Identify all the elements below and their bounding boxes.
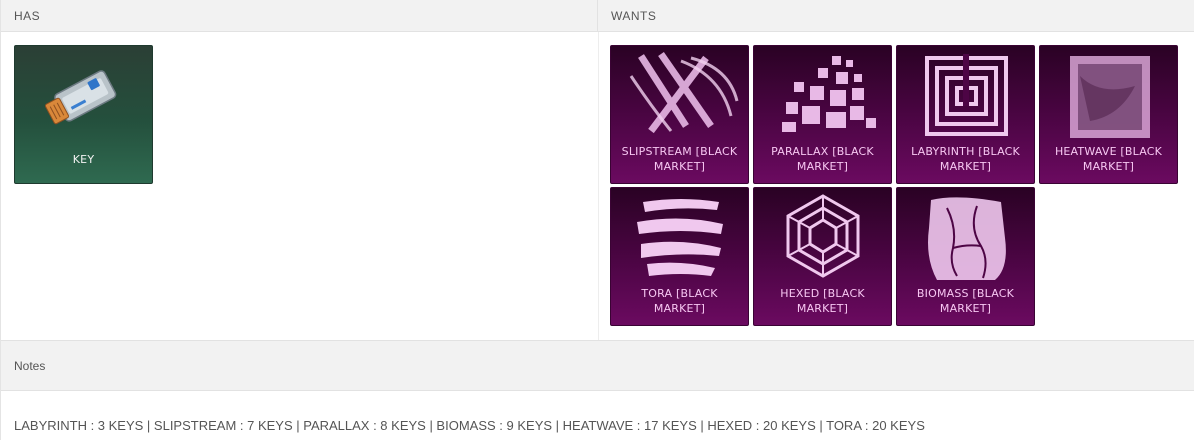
item-label: PARALLAX [BLACK MARKET] xyxy=(771,145,874,173)
item-label: SLIPSTREAM [BLACK MARKET] xyxy=(621,145,738,173)
column-divider xyxy=(598,32,599,340)
trade-panel: HAS WANTS KEY SLIPSTREAM [BLACK MARKET] … xyxy=(0,0,1194,440)
item-label: HEXED [BLACK MARKET] xyxy=(780,287,865,315)
item-label: TORA [BLACK MARKET] xyxy=(641,287,718,315)
item-label: BIOMASS [BLACK MARKET] xyxy=(916,287,1015,315)
item-label: LABYRINTH [BLACK MARKET] xyxy=(911,145,1020,173)
wants-item-hexed[interactable]: HEXED [BLACK MARKET] xyxy=(753,187,892,326)
item-label: HEATWAVE [BLACK MARKET] xyxy=(1054,145,1163,173)
wants-item-parallax[interactable]: PARALLAX [BLACK MARKET] xyxy=(753,45,892,184)
notes-header: Notes xyxy=(1,340,1194,391)
wants-header: WANTS xyxy=(598,0,1194,32)
has-item-key[interactable]: KEY xyxy=(14,45,153,184)
wants-item-biomass[interactable]: BIOMASS [BLACK MARKET] xyxy=(896,187,1035,326)
item-label: KEY xyxy=(72,153,95,166)
wants-item-tora[interactable]: TORA [BLACK MARKET] xyxy=(610,187,749,326)
wants-item-heatwave[interactable]: HEATWAVE [BLACK MARKET] xyxy=(1039,45,1178,184)
notes-text: LABYRINTH : 3 KEYS | SLIPSTREAM : 7 KEYS… xyxy=(14,418,925,433)
wants-item-labyrinth[interactable]: LABYRINTH [BLACK MARKET] xyxy=(896,45,1035,184)
wants-item-slipstream[interactable]: SLIPSTREAM [BLACK MARKET] xyxy=(610,45,749,184)
has-header: HAS xyxy=(1,0,598,32)
